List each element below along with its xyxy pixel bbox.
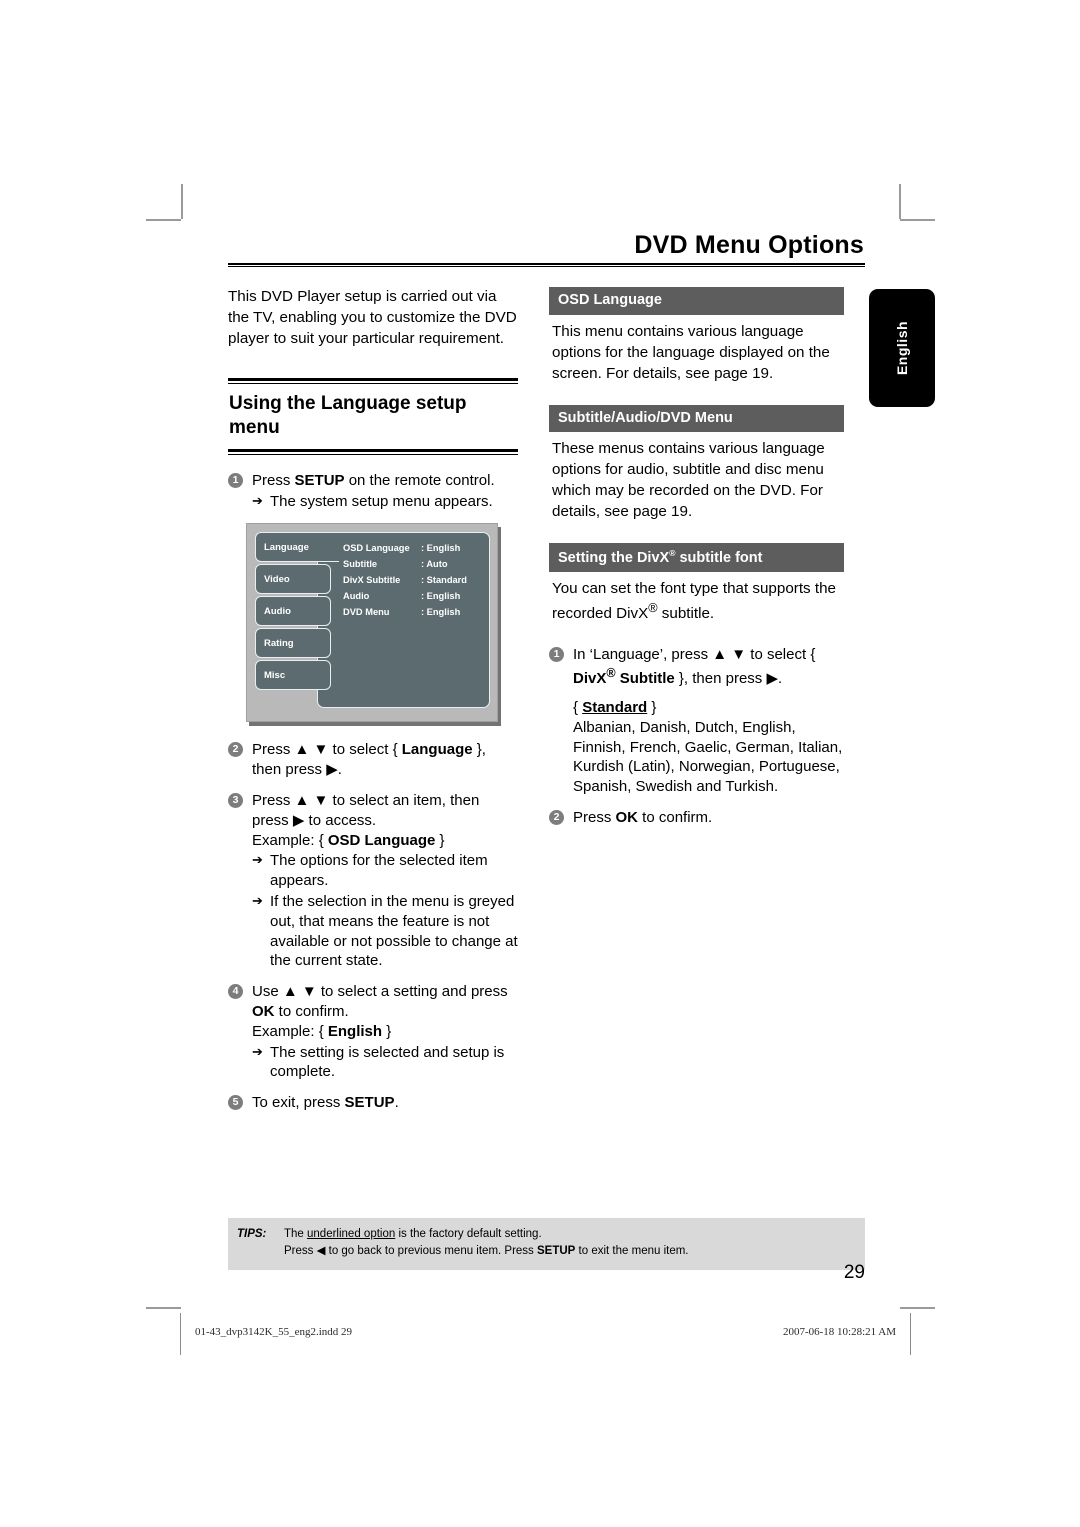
osd-tab-language[interactable]: Language [255,532,339,563]
title-rule [228,263,865,268]
osd-menu-screenshot: Language Video Audio Rating Misc OSD Lan… [246,523,498,723]
osd-tab-list: Language Video Audio Rating Misc [255,532,339,692]
section-heading-block: Using the Language setup menu [228,378,518,455]
step-text: Press SETUP on the remote control. [252,471,495,489]
osd-tab-rating[interactable]: Rating [255,628,331,659]
intro-paragraph: This DVD Player setup is carried out via… [228,288,517,348]
osd-tab-label: Language [264,542,309,554]
arrow-icon: ➔ [252,892,263,908]
osd-setting-value: : English [421,607,461,618]
step-item: 5 To exit, press SETUP. [228,1093,518,1113]
step-text: Use ▲ ▼ to select a setting and press OK… [252,983,508,1040]
step-item: 3 Press ▲ ▼ to select an item, then pres… [228,791,518,971]
step-text: Press ▲ ▼ to select { Language }, then p… [252,741,486,779]
osd-setting-value: : Standard [421,575,467,586]
step-text: Press OK to confirm. [573,808,713,826]
imprint-footer: 01-43_dvp3142K_55_eng2.indd 29 2007-06-1… [180,1313,911,1355]
osd-setting-key: Audio [343,591,370,602]
step-sub-text: The options for the selected item appear… [270,852,488,890]
osd-inner-frame: Language Video Audio Rating Misc OSD Lan… [255,532,490,712]
section-body-subtitle-audio-dvd-menu: These menus contains various language op… [552,440,825,521]
crop-mark-top-right-horizontal [900,219,935,221]
tips-line-2: Press ◀ to go back to previous menu item… [284,1245,689,1258]
osd-tab-audio[interactable]: Audio [255,596,331,627]
crop-mark-bottom-right-horizontal [900,1307,935,1309]
step-number: 1 [228,472,243,488]
arrow-icon: ➔ [252,1043,263,1059]
osd-setting-row[interactable]: Subtitle : Auto [343,556,484,572]
page-number: 29 [843,1262,865,1283]
step-item: 1 Press SETUP on the remote control. ➔ T… [228,471,518,512]
osd-setting-value: : English [421,591,461,602]
osd-setting-list: OSD Language : English Subtitle : Auto D… [343,540,484,620]
step-sub-item: ➔ The system setup menu appears. [252,492,518,512]
section-body-divx-subtitle-font: You can set the font type that supports … [552,580,836,623]
tips-label: TIPS: [237,1228,267,1240]
osd-setting-row[interactable]: DVD Menu : English [343,604,484,620]
step-sub-item: ➔ If the selection in the menu is greyed… [252,892,518,971]
step-sub-text: If the selection in the menu is greyed o… [270,892,518,970]
language-side-tab: English [869,289,935,407]
step-number: 5 [228,1095,243,1111]
osd-tab-label: Rating [264,638,294,650]
step-text: In ‘Language’, press ▲ ▼ to select { Div… [573,646,816,688]
osd-tab-video[interactable]: Video [255,564,331,595]
step-item: 2 Press ▲ ▼ to select { Language }, then… [228,740,518,780]
crop-mark-top-left-vertical [181,184,183,219]
tips-line-1: The underlined option is the factory def… [284,1228,542,1240]
section-bar-divx-subtitle-font: Setting the DivX® subtitle font [549,543,844,573]
step-item: 1 In ‘Language’, press ▲ ▼ to select { D… [549,645,844,797]
step-sub-text: The system setup menu appears. [270,492,493,510]
step-number: 4 [228,984,243,1000]
osd-setting-value: : Auto [421,559,448,570]
page-title: DVD Menu Options [634,231,864,259]
step-sub-item: ➔ The setting is selected and setup is c… [252,1043,518,1083]
step-number: 1 [549,647,564,663]
arrow-icon: ➔ [252,492,263,508]
step-item: 4 Use ▲ ▼ to select a setting and press … [228,982,518,1082]
osd-setting-row[interactable]: Audio : English [343,588,484,604]
osd-setting-row[interactable]: OSD Language : English [343,540,484,556]
tips-lines: The underlined option is the factory def… [284,1226,865,1261]
left-column: This DVD Player setup is carried out via… [228,287,518,1124]
heading-rule-bottom [228,448,518,455]
step-sub-text: The setting is selected and setup is com… [270,1043,505,1081]
step-number: 2 [228,742,243,758]
osd-setting-key: OSD Language [343,543,410,554]
step-item: 2 Press OK to confirm. [549,808,844,828]
section-bar-osd-language: OSD Language [549,287,844,315]
divx-font-group-list: { Standard } Albanian, Danish, Dutch, Eng… [573,698,843,796]
crop-mark-bottom-left-horizontal [146,1307,181,1309]
tips-row: TIPS: The underlined option is the facto… [228,1226,865,1261]
imprint-timestamp: 2007-06-18 10:28:21 AM [782,1326,896,1338]
osd-setting-key: DivX Subtitle [343,575,401,586]
osd-setting-row[interactable]: DivX Subtitle : Standard [343,572,484,588]
imprint-file-name: 01-43_dvp3142K_55_eng2.indd 29 [195,1326,353,1338]
osd-setting-value: : English [421,543,461,554]
osd-tab-misc[interactable]: Misc [255,660,331,691]
step-number: 2 [549,809,564,825]
osd-setting-key: Subtitle [343,559,378,570]
step-text: Press ▲ ▼ to select an item, then press … [252,791,480,849]
step-number: 3 [228,792,243,808]
crop-mark-top-right-vertical [899,184,901,219]
language-side-tab-label: English [894,320,910,376]
osd-tab-label: Misc [264,670,286,682]
section-bar-subtitle-audio-dvd-menu: Subtitle/Audio/DVD Menu [549,404,844,433]
page-content: DVD Menu Options This DVD Player setup i… [228,232,865,1292]
step-sub-item: ➔ The options for the selected item appe… [252,851,518,891]
right-column: OSD Language This menu contains various … [549,287,844,1124]
two-column-body: This DVD Player setup is carried out via… [228,287,865,1124]
osd-tab-label: Video [264,574,290,586]
osd-tab-label: Audio [264,606,291,618]
arrow-icon: ➔ [252,852,263,868]
section-heading: Using the Language setup menu [229,393,467,439]
osd-setting-key: DVD Menu [343,607,390,618]
crop-mark-top-left-horizontal [146,219,181,221]
step-text: To exit, press SETUP. [252,1094,399,1112]
section-body-osd-language: This menu contains various language opti… [552,322,830,382]
